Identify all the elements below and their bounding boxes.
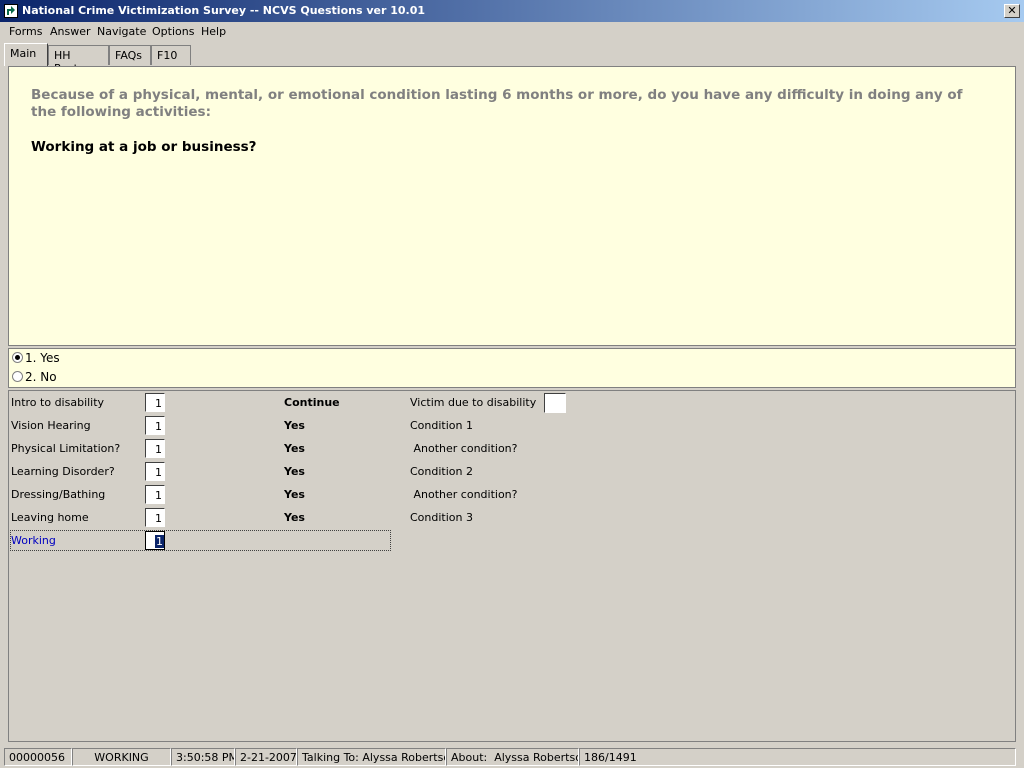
victim-due-to-disability-input[interactable] xyxy=(544,393,566,413)
question-text: Working at a job or business? xyxy=(31,139,257,155)
menu-navigate[interactable]: Navigate xyxy=(97,25,146,38)
window-title: National Crime Victimization Survey -- N… xyxy=(22,4,426,17)
field-input[interactable]: 1 xyxy=(145,485,165,504)
right-field-label: Condition 2 xyxy=(410,465,473,478)
right-field-label: Victim due to disability xyxy=(410,396,537,409)
current-field-label: Working xyxy=(11,534,56,547)
status-case-id: 00000056 xyxy=(4,748,72,766)
form-fields-panel: Intro to disability 1 Continue Victim du… xyxy=(8,390,1016,742)
field-input[interactable]: 1 xyxy=(145,508,165,527)
status-date: 2-21-2007 xyxy=(235,748,297,766)
app-icon[interactable] xyxy=(4,4,18,18)
field-label: Learning Disorder? xyxy=(11,465,115,478)
tab-hh-roster[interactable]: HH Roster xyxy=(48,45,109,75)
right-field-label: Condition 3 xyxy=(410,511,473,524)
tab-faqs[interactable]: FAQs xyxy=(109,45,151,65)
option-label: No xyxy=(40,370,57,384)
status-bar: 00000056 WORKING 3:50:58 PM 2-21-2007 Ta… xyxy=(0,746,1024,768)
field-answer: Yes xyxy=(284,442,305,455)
tab-main[interactable]: Main xyxy=(4,43,48,66)
question-panel: Because of a physical, mental, or emotio… xyxy=(8,66,1016,346)
current-field-value[interactable]: 1 xyxy=(155,535,164,548)
current-field-input[interactable]: 1 xyxy=(145,531,165,550)
field-label: Leaving home xyxy=(11,511,89,524)
field-label: Dressing/Bathing xyxy=(11,488,106,501)
right-field-label: Another condition? xyxy=(410,488,518,501)
tab-f10[interactable]: F10 xyxy=(151,45,191,65)
field-input[interactable]: 1 xyxy=(145,393,165,412)
menu-answer[interactable]: Answer xyxy=(50,25,91,38)
title-bar: National Crime Victimization Survey -- N… xyxy=(0,0,1024,22)
status-time: 3:50:58 PM xyxy=(171,748,235,766)
option-number: 1. xyxy=(25,351,37,365)
radio-unselected-icon[interactable] xyxy=(12,371,23,382)
field-answer: Continue xyxy=(284,396,340,409)
menu-help[interactable]: Help xyxy=(201,25,226,38)
option-no[interactable]: 2. No xyxy=(12,370,57,386)
tab-strip: Main HH Roster FAQs F10 xyxy=(0,41,1024,75)
menu-options[interactable]: Options xyxy=(152,25,194,38)
menu-bar: Forms Answer Navigate Options Help xyxy=(0,22,1024,41)
option-yes[interactable]: 1. Yes xyxy=(12,351,60,367)
answer-options-panel: 1. Yes 2. No xyxy=(8,348,1016,388)
field-label: Intro to disability xyxy=(11,396,105,409)
field-input[interactable]: 1 xyxy=(145,462,165,481)
field-answer: Yes xyxy=(284,488,305,501)
field-answer: Yes xyxy=(284,419,305,432)
right-field-label: Condition 1 xyxy=(410,419,473,432)
status-mode: WORKING xyxy=(72,748,171,766)
close-button[interactable]: ✕ xyxy=(1004,4,1020,18)
option-number: 2. xyxy=(25,370,37,384)
radio-selected-icon[interactable] xyxy=(12,352,23,363)
field-input[interactable]: 1 xyxy=(145,416,165,435)
option-label: Yes xyxy=(40,351,60,365)
field-answer: Yes xyxy=(284,511,305,524)
status-about: About: Alyssa Robertson xyxy=(446,748,579,766)
question-intro: Because of a physical, mental, or emotio… xyxy=(31,87,963,120)
field-label: Vision Hearing xyxy=(11,419,91,432)
current-field-row[interactable] xyxy=(10,530,391,551)
field-answer: Yes xyxy=(284,465,305,478)
right-field-label: Another condition? xyxy=(410,442,518,455)
field-input[interactable]: 1 xyxy=(145,439,165,458)
field-label: Physical Limitation? xyxy=(11,442,121,455)
menu-forms[interactable]: Forms xyxy=(9,25,42,38)
status-progress: 186/1491 xyxy=(579,748,1016,766)
status-talking-to: Talking To: Alyssa Robertson xyxy=(297,748,446,766)
